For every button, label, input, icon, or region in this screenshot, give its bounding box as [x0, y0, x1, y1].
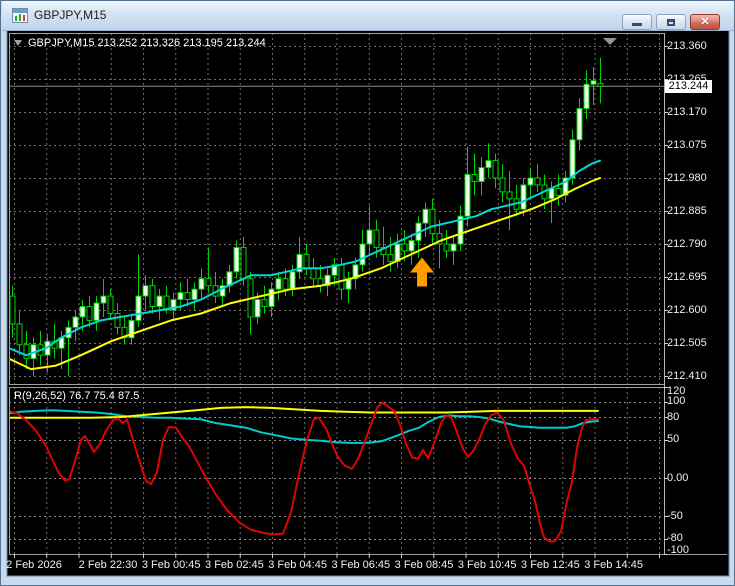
- chart-canvas[interactable]: [1, 1, 735, 586]
- close-icon: ✕: [700, 15, 709, 29]
- price-tick-label: 212.410: [667, 370, 729, 383]
- titlebar[interactable]: GBPJPY,M15 ✕: [2, 1, 735, 31]
- chevron-down-icon: [14, 40, 22, 46]
- price-tick-label: 213.075: [667, 139, 729, 152]
- restore-button[interactable]: [656, 14, 686, 30]
- indicator-tick-label: 100: [667, 395, 729, 408]
- minimize-icon: [632, 23, 642, 26]
- price-tick-label: 212.980: [667, 172, 729, 185]
- price-tick-label: 213.170: [667, 106, 729, 119]
- window-controls: ✕: [622, 14, 720, 30]
- indicator-tick-label: -100: [667, 544, 729, 557]
- symbol-ohlc-label: GBPJPY,M15 213.252 213.326 213.195 213.2…: [14, 37, 266, 50]
- close-button[interactable]: ✕: [690, 14, 720, 30]
- window-title: GBPJPY,M15: [34, 1, 106, 30]
- indicator-label: R(9,26,52) 76.7 75.4 87.5: [14, 390, 139, 403]
- terminal-chart-window: GBPJPY,M15 ✕ GBPJPY,M15 213.252 213.326 …: [0, 0, 735, 586]
- price-tick-label: 213.360: [667, 40, 729, 53]
- indicator-tick-label: 80: [667, 411, 729, 424]
- indicator-tick-label: -50: [667, 510, 729, 523]
- price-tick-label: 212.885: [667, 205, 729, 218]
- chart-window-icon: [12, 8, 28, 23]
- price-tick-label: 212.505: [667, 337, 729, 350]
- price-tick-label: 212.600: [667, 304, 729, 317]
- restore-icon: [667, 19, 675, 26]
- minimize-button[interactable]: [622, 14, 652, 30]
- price-tick-label: 212.695: [667, 271, 729, 284]
- price-tick-label: 212.790: [667, 238, 729, 251]
- indicator-tick-label: 50: [667, 433, 729, 446]
- indicator-tick-label: 0.00: [667, 472, 729, 485]
- current-price-tag: 213.244: [665, 80, 712, 93]
- time-tick-label: 3 Feb 14:45: [571, 559, 657, 572]
